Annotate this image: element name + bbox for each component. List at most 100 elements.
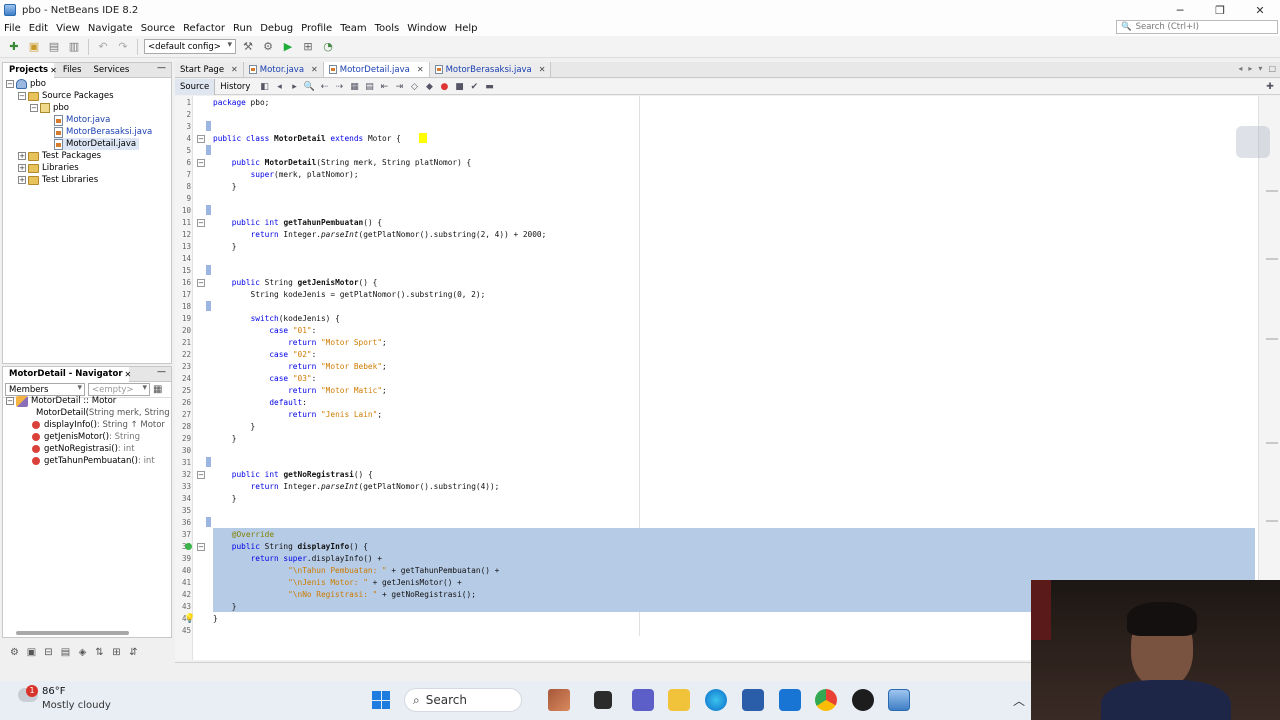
navigator-member[interactable]: MotorDetail(String merk, String p — [32, 407, 172, 419]
find-next-icon[interactable]: ⇢ — [333, 81, 345, 93]
profile-icon[interactable]: ◔ — [320, 39, 336, 55]
menu-view[interactable]: View — [52, 23, 84, 34]
editor-vertical-scrollbar[interactable] — [1258, 96, 1280, 660]
save-all-icon[interactable]: ▥ — [66, 39, 82, 55]
teams-icon[interactable] — [632, 689, 654, 711]
menu-team[interactable]: Team — [336, 23, 370, 34]
find-previous-icon[interactable]: ⇠ — [318, 81, 330, 93]
close-button[interactable]: ✕ — [1240, 0, 1280, 20]
edge-icon[interactable] — [705, 689, 727, 711]
store-icon[interactable] — [779, 689, 801, 711]
forward-icon[interactable]: ▸ — [288, 81, 300, 93]
tree-file-motorberasaksi[interactable]: MotorBerasaksi.java — [54, 126, 152, 138]
scroll-left-icon[interactable]: ◂ — [1238, 64, 1242, 73]
toggle-highlight-icon[interactable]: ▦ — [348, 81, 360, 93]
new-file-icon[interactable]: ▣ — [26, 39, 42, 55]
navigator-member[interactable]: getNoRegistrasi() : int — [32, 443, 135, 455]
tree-file-motor[interactable]: Motor.java — [54, 114, 110, 126]
navigator-member[interactable]: getJenisMotor() : String — [32, 431, 140, 443]
fold-toggle-icon[interactable]: − — [197, 135, 205, 143]
fold-toggle-icon[interactable]: − — [197, 543, 205, 551]
expand-icon[interactable]: + — [18, 152, 26, 160]
close-navigator-tab-icon[interactable]: ✕ — [125, 370, 132, 379]
redo-icon[interactable]: ↷ — [115, 39, 131, 55]
sort-icon[interactable]: ⇵ — [127, 646, 140, 659]
tree-test-libraries[interactable]: + Test Libraries — [18, 174, 98, 186]
navigator-options-icon[interactable]: ▦ — [153, 384, 162, 395]
override-indicator-icon[interactable] — [185, 543, 192, 550]
static-icon[interactable]: ⊟ — [42, 646, 55, 659]
navigator-member[interactable]: displayInfo() : String ↑ Motor — [32, 419, 165, 431]
close-tab-icon[interactable]: ✕ — [539, 65, 546, 74]
netbeans-taskbar-icon[interactable] — [888, 689, 910, 711]
tree-source-packages[interactable]: − Source Packages — [18, 90, 114, 102]
clean-build-icon[interactable]: ⚙ — [260, 39, 276, 55]
menu-profile[interactable]: Profile — [297, 23, 336, 34]
shift-right-icon[interactable]: ⇥ — [393, 81, 405, 93]
last-edit-icon[interactable]: ◧ — [258, 81, 270, 93]
fold-toggle-icon[interactable]: − — [197, 219, 205, 227]
menu-tools[interactable]: Tools — [371, 23, 404, 34]
app-icon-chair[interactable] — [548, 689, 570, 711]
close-projects-tab-icon[interactable]: ✕ — [50, 66, 57, 75]
weather-temperature[interactable]: 86°F — [42, 686, 65, 697]
fold-toggle-icon[interactable]: − — [197, 471, 205, 479]
back-icon[interactable]: ◂ — [273, 81, 285, 93]
tree-file-motordetail[interactable]: MotorDetail.java — [54, 138, 140, 150]
editor-app-icon[interactable] — [742, 689, 764, 711]
build-icon[interactable]: ⚒ — [240, 39, 256, 55]
app-icon-dark[interactable] — [852, 689, 874, 711]
menu-source[interactable]: Source — [137, 23, 179, 34]
open-project-icon[interactable]: ▤ — [46, 39, 62, 55]
menu-refactor[interactable]: Refactor — [179, 23, 229, 34]
navigator-member[interactable]: getTahunPembuatan() : int — [32, 455, 155, 467]
shift-left-icon[interactable]: ⇤ — [378, 81, 390, 93]
tree-package[interactable]: − pbo — [30, 102, 69, 114]
toggle-bookmark-icon[interactable]: ▤ — [363, 81, 375, 93]
comment-icon[interactable]: ◇ — [408, 81, 420, 93]
config-select[interactable]: <default config> — [144, 39, 236, 54]
menu-file[interactable]: File — [0, 23, 25, 34]
expand-icon[interactable]: + — [18, 176, 26, 184]
fields-icon[interactable]: ▣ — [25, 646, 38, 659]
navigator-class-row[interactable]: − MotorDetail :: Motor — [6, 395, 116, 407]
debug-icon[interactable]: ⊞ — [300, 39, 316, 55]
menu-help[interactable]: Help — [451, 23, 482, 34]
menu-run[interactable]: Run — [229, 23, 256, 34]
taskbar-search[interactable]: ⌕ Search — [404, 688, 522, 712]
sort-source-icon[interactable]: ⊞ — [110, 646, 123, 659]
scroll-right-icon[interactable]: ▸ — [1248, 64, 1252, 73]
inherited-icon[interactable]: ◈ — [76, 646, 89, 659]
expand-icon[interactable]: + — [18, 164, 26, 172]
close-tab-icon[interactable]: ✕ — [311, 65, 318, 74]
start-macro-icon[interactable]: ● — [438, 81, 450, 93]
history-mode-button[interactable]: History — [215, 79, 255, 95]
run-icon[interactable]: ▶ — [280, 39, 296, 55]
stop-macro-icon[interactable]: ■ — [453, 81, 465, 93]
tree-project[interactable]: − pbo — [6, 78, 46, 90]
minimize-button[interactable]: ─ — [1160, 0, 1200, 20]
lock-icon[interactable]: ▤ — [59, 646, 72, 659]
maximize-button[interactable]: ❐ — [1200, 0, 1240, 20]
undo-icon[interactable]: ↶ — [95, 39, 111, 55]
tab-files[interactable]: Files — [57, 63, 88, 78]
close-tab-icon[interactable]: ✕ — [417, 65, 424, 74]
tab-motorberasaksi-java[interactable]: MotorBerasaksi.java ✕ — [429, 62, 552, 77]
fold-toggle-icon[interactable]: − — [197, 279, 205, 287]
source-mode-button[interactable]: Source — [175, 78, 216, 95]
tab-motordetail-java[interactable]: MotorDetail.java ✕ — [323, 62, 430, 77]
collapse-icon[interactable]: − — [6, 80, 14, 88]
split-editor-icon[interactable]: ✚ — [1264, 81, 1276, 93]
menu-edit[interactable]: Edit — [25, 23, 52, 34]
tab-navigator[interactable]: MotorDetail - Navigator — [3, 366, 129, 382]
new-project-icon[interactable]: ✚ — [6, 39, 22, 55]
search-field[interactable]: 🔍 Search (Ctrl+I) — [1116, 20, 1278, 34]
close-tab-icon[interactable]: ✕ — [231, 65, 238, 74]
chevron-up-icon[interactable]: ︿ — [1013, 692, 1025, 709]
tab-services[interactable]: Services — [87, 63, 135, 78]
tab-projects[interactable]: Projects — [3, 62, 55, 78]
tree-libraries[interactable]: + Libraries — [18, 162, 79, 174]
windows-start-icon[interactable] — [372, 691, 390, 709]
sort-name-icon[interactable]: ⇅ — [93, 646, 106, 659]
filter-icon[interactable]: ⚙ — [8, 646, 21, 659]
